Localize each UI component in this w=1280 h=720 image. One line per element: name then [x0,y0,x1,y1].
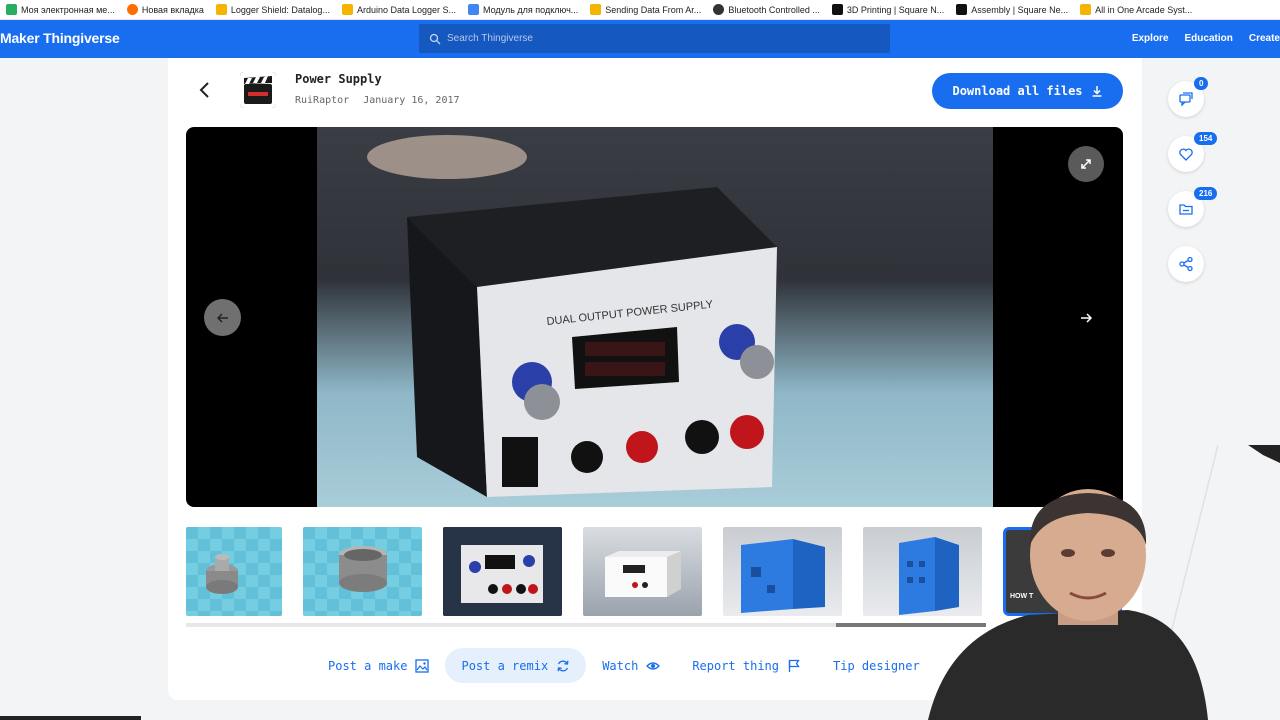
bookmark-label: Logger Shield: Datalog... [230,4,330,15]
action-bar: Post a make Post a remix Watch Report th… [312,648,936,683]
report-thing-button[interactable]: Report thing [676,648,817,683]
bookmark-item[interactable]: All in One Arcade Syst... [1074,4,1198,15]
thumbnail[interactable] [303,527,422,616]
comments-icon [1179,92,1193,107]
bookmark-label: Новая вкладка [141,4,204,15]
thumbnail[interactable] [723,527,842,616]
bookmarks-bar: Моя электронная ме... Новая вкладка Logg… [0,0,1280,20]
site-logo[interactable]: Maker Thingiverse [0,30,120,46]
bookmark-label: Моя электронная ме... [21,4,115,15]
thing-date: January 16, 2017 [363,95,460,106]
eye-icon [646,661,661,670]
bookmark-label: Sending Data From Ar... [605,4,702,15]
download-icon [1092,86,1102,97]
prev-image-button[interactable] [204,299,241,336]
bookmark-label: All in One Arcade Syst... [1095,4,1193,15]
taskbar-fragment [0,716,141,720]
bookmark-favicon-icon [215,4,227,15]
main-photo: DUAL OUTPUT POWER SUPPLY [317,127,993,507]
nav-link-explore[interactable]: Explore [1132,33,1169,44]
comments-count-badge: 0 [1194,77,1209,90]
bookmark-favicon-icon [956,4,968,15]
knob-model-thumb [206,554,238,594]
bookmark-favicon-icon [468,4,480,15]
webcam-overlay [908,445,1280,720]
thumbnail[interactable] [443,527,562,616]
bookmark-item[interactable]: Sending Data From Ar... [584,4,707,15]
clapperboard-icon [240,72,276,108]
download-all-label: Download all files [952,84,1083,98]
post-make-button[interactable]: Post a make [312,648,445,683]
top-nav: Maker Thingiverse Explore Education Crea… [0,20,1280,58]
expand-icon [1081,159,1091,169]
fullscreen-button[interactable] [1068,146,1104,182]
bookmark-item[interactable]: 3D Printing | Square N... [826,4,950,15]
report-thing-label: Report thing [692,658,780,673]
watch-button[interactable]: Watch [586,648,676,683]
bookmark-item[interactable]: Новая вкладка [121,4,210,15]
post-remix-label: Post a remix [461,658,549,673]
likes-count-badge: 154 [1194,132,1218,145]
arrow-right-icon [1081,313,1093,323]
share-icon [1179,256,1193,272]
search-icon [429,33,441,44]
thing-title: Power Supply [295,72,382,86]
blue-case-thumb [741,539,825,613]
arrow-left-icon [216,312,228,323]
remixes-count-badge: 216 [1194,187,1218,200]
bookmark-favicon-icon [126,4,138,15]
post-remix-button[interactable]: Post a remix [445,648,587,683]
bookmark-favicon-icon [1080,4,1092,15]
power-supply-photo: DUAL OUTPUT POWER SUPPLY [367,135,777,497]
watch-label: Watch [602,658,639,673]
bookmark-item[interactable]: Моя электронная ме... [0,4,121,15]
bookmark-item[interactable]: Arduino Data Logger S... [336,4,462,15]
share-button[interactable] [1168,246,1204,282]
back-arrow-icon[interactable] [197,80,213,100]
bookmark-item[interactable]: Logger Shield: Datalog... [210,4,336,15]
next-image-button[interactable] [1070,302,1102,334]
folder-plus-icon [1179,204,1193,215]
presenter-video [928,445,1280,720]
image-icon [415,658,430,673]
heart-icon [1179,148,1193,161]
search-input[interactable] [447,33,847,44]
render-thumb [605,551,681,597]
thing-author[interactable]: RuiRaptor [295,95,349,106]
bookmark-favicon-icon [713,4,725,15]
bookmark-favicon-icon [590,4,602,15]
bookmark-favicon-icon [341,4,353,15]
bookmark-item[interactable]: Модуль для подключ... [462,4,584,15]
bookmark-favicon-icon [831,4,843,15]
flag-icon [788,659,800,672]
refresh-icon [557,660,569,671]
finished-device-thumb [443,527,562,616]
thumbnail[interactable] [186,527,282,616]
post-make-label: Post a make [328,658,408,673]
thing-avatar[interactable] [240,72,276,108]
tip-designer-label: Tip designer [833,658,920,673]
nav-links: Explore Education Create [1132,33,1280,44]
thing-meta: RuiRaptor January 16, 2017 [295,95,460,106]
bookmark-label: Arduino Data Logger S... [356,4,457,15]
thumbnail[interactable] [583,527,702,616]
bookmark-label: 3D Printing | Square N... [846,4,945,15]
bookmark-label: Модуль для подключ... [483,4,579,15]
download-all-button[interactable]: Download all files [932,73,1123,109]
bookmark-label: Assembly | Square Ne... [971,4,1069,15]
bookmark-item[interactable]: Assembly | Square Ne... [950,4,1074,15]
cap-model-thumb [339,546,387,592]
bookmark-favicon-icon [6,4,17,15]
bookmark-label: Bluetooth Controlled ... [728,4,820,15]
bookmark-item[interactable]: Bluetooth Controlled ... [707,4,826,15]
search-box[interactable] [419,24,890,53]
nav-link-education[interactable]: Education [1185,33,1233,44]
nav-link-create[interactable]: Create [1249,33,1280,44]
